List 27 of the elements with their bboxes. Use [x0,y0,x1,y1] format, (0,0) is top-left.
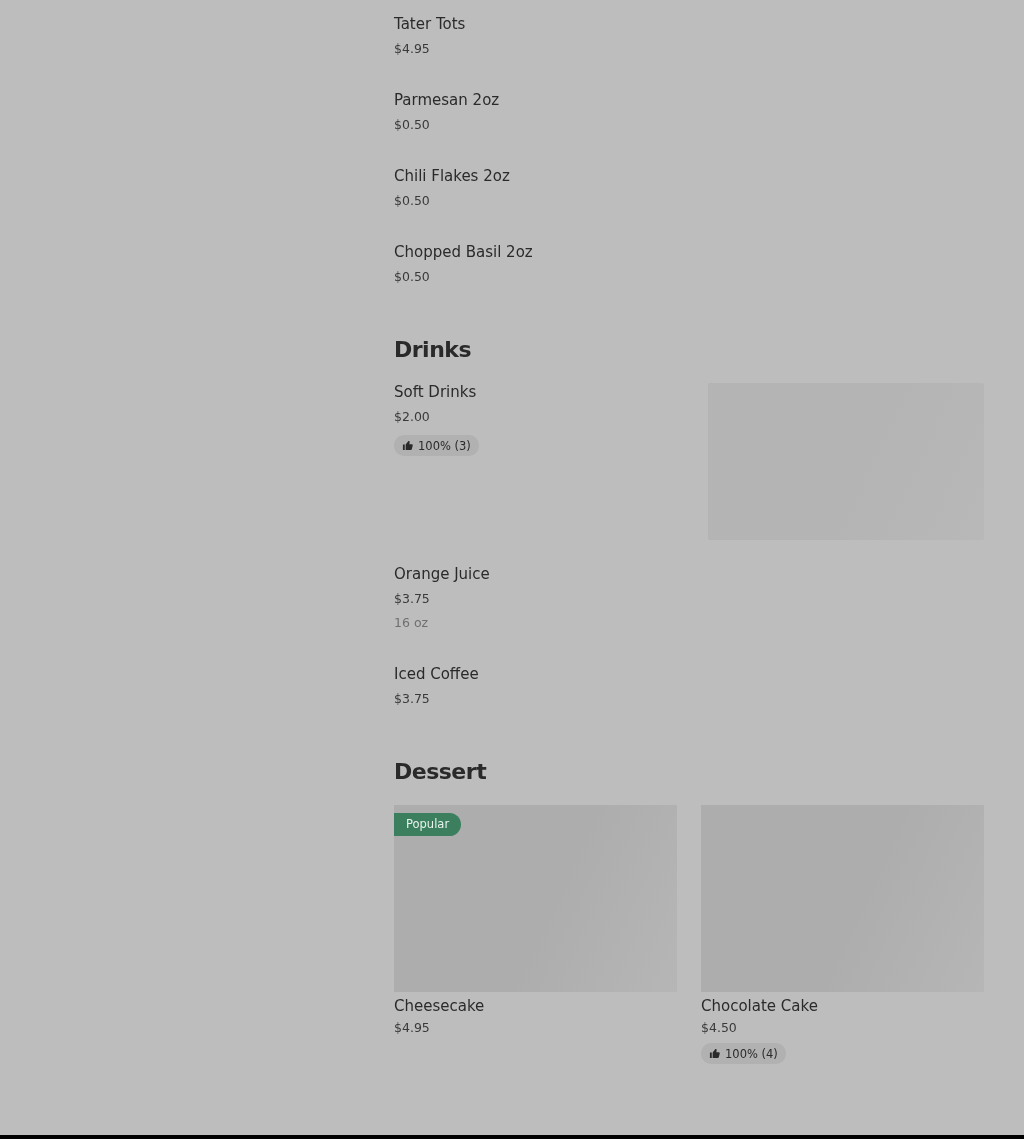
thumbs-up-icon [402,440,413,451]
section-heading: Drinks [394,336,473,364]
item-name[interactable]: Chocolate Cake [701,996,984,1016]
rating-text: 100% (3) [418,438,471,453]
item-price: $2.00 [394,408,430,426]
popular-badge: Popular [394,813,462,836]
item-name[interactable]: Soft Drinks [394,382,477,402]
item-name[interactable]: Iced Coffee [394,664,479,684]
item-name[interactable]: Orange Juice [394,564,490,584]
item-price: $0.50 [394,116,430,134]
item-name[interactable]: Tater Tots [394,14,466,34]
item-price: $4.95 [394,40,430,58]
item-name[interactable]: Parmesan 2oz [394,90,500,110]
item-price: $0.50 [394,192,430,210]
item-name[interactable]: Chili Flakes 2oz [394,166,510,186]
rating-text: 100% (4) [725,1046,778,1061]
item-note: 16 oz [394,614,429,632]
item-price: $3.75 [394,690,430,708]
item-price: $3.75 [394,590,430,608]
item-name[interactable]: Cheesecake [394,996,677,1016]
item-price: $0.50 [394,268,430,286]
thumbs-up-icon [709,1048,720,1059]
item-name[interactable]: Chopped Basil 2oz [394,242,533,262]
section-heading: Dessert [394,758,488,786]
item-price: $4.95 [394,1019,431,1037]
item-price: $4.50 [701,1019,738,1037]
image-placeholder[interactable] [394,805,677,992]
